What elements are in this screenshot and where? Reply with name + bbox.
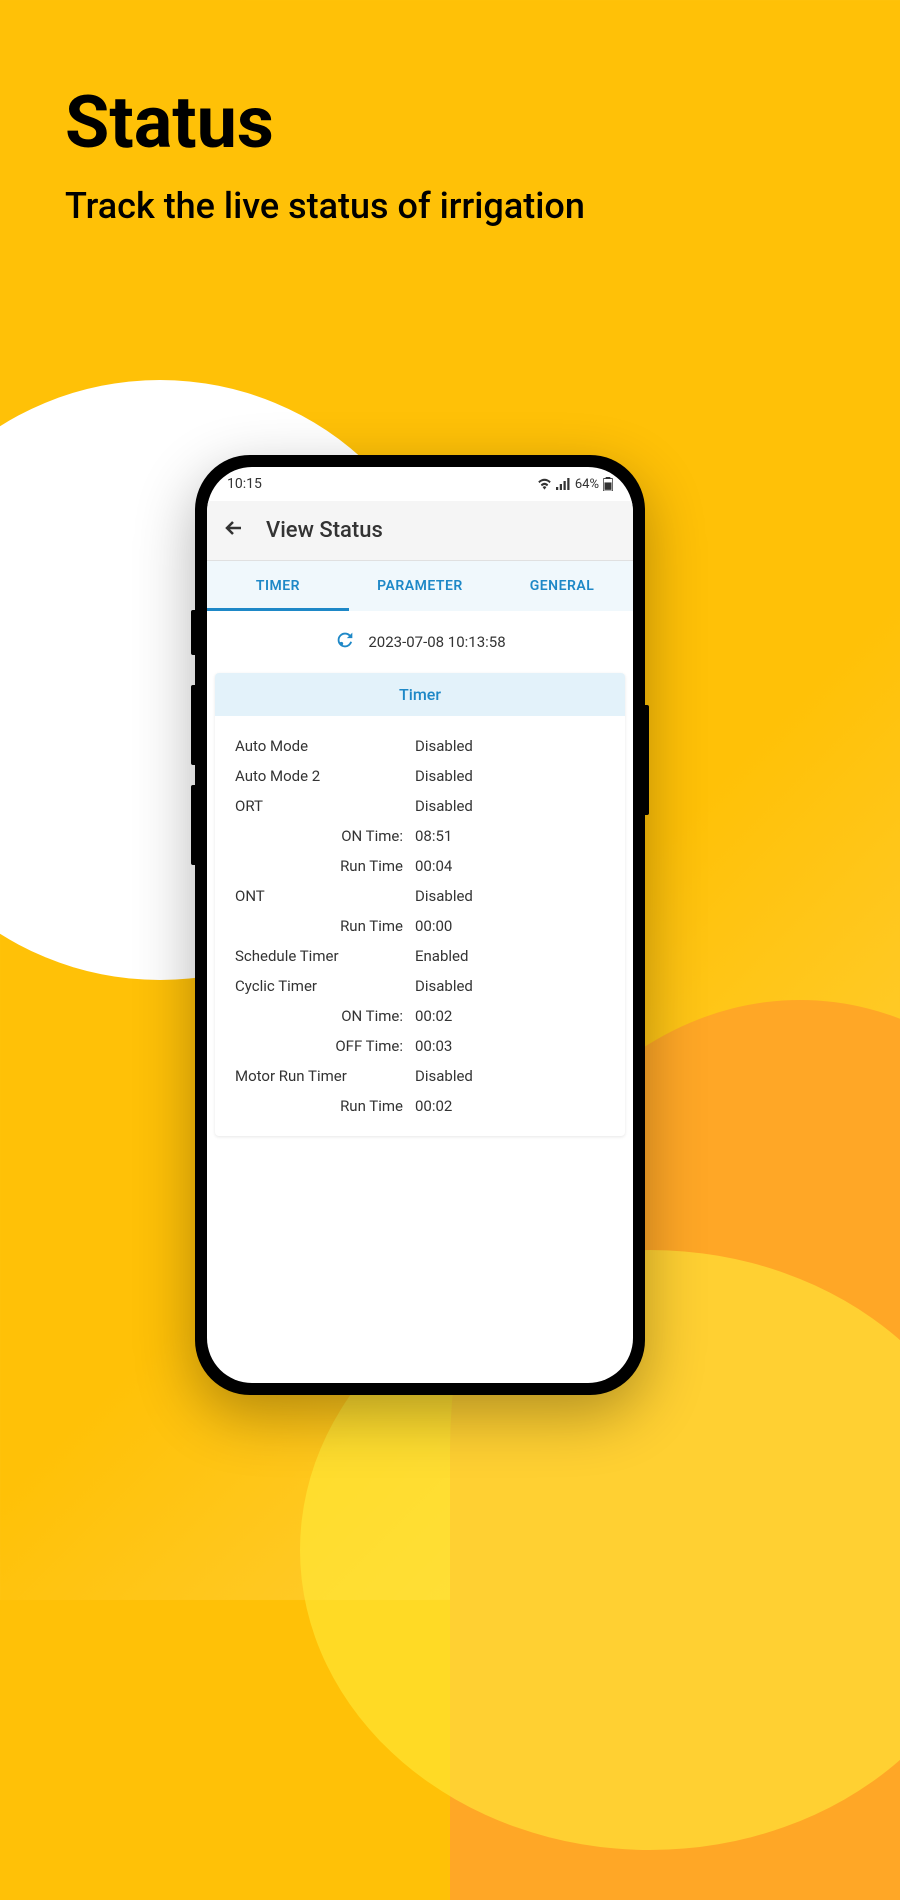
data-label: Cyclic Timer (235, 977, 415, 995)
phone-button (645, 705, 649, 815)
refresh-icon[interactable] (334, 629, 356, 655)
data-label: ONT (235, 887, 415, 905)
data-label: Run Time (235, 857, 415, 875)
card-header: Timer (215, 673, 625, 716)
data-label: Run Time (235, 917, 415, 935)
page-subtitle: Track the live status of irrigation (65, 185, 585, 227)
data-label: ORT (235, 797, 415, 815)
data-label: ON Time: (235, 827, 415, 845)
data-value: 00:02 (415, 1007, 605, 1025)
timer-card: Timer Auto ModeDisabledAuto Mode 2Disabl… (215, 673, 625, 1136)
phone-button (191, 785, 195, 865)
tab-timer[interactable]: TIMER (207, 561, 349, 611)
data-row: ON Time:08:51 (235, 821, 605, 851)
timestamp-row: 2023-07-08 10:13:58 (215, 629, 625, 655)
data-row: ON Time:00:02 (235, 1001, 605, 1031)
battery-text: 64% (575, 477, 599, 492)
data-row: Cyclic TimerDisabled (235, 971, 605, 1001)
data-value: Disabled (415, 887, 605, 905)
app-header: View Status (207, 501, 633, 561)
wifi-icon (537, 478, 552, 490)
status-time: 10:15 (227, 476, 262, 492)
data-row: Schedule TimerEnabled (235, 941, 605, 971)
data-table: Auto ModeDisabledAuto Mode 2DisabledORTD… (215, 716, 625, 1136)
data-row: ORTDisabled (235, 791, 605, 821)
data-value: Disabled (415, 797, 605, 815)
data-value: 00:04 (415, 857, 605, 875)
data-value: Disabled (415, 767, 605, 785)
data-label: OFF Time: (235, 1037, 415, 1055)
data-label: Auto Mode 2 (235, 767, 415, 785)
app-header-title: View Status (266, 518, 383, 543)
data-value: 00:00 (415, 917, 605, 935)
phone-screen: 10:15 64% View Status TIMER PARAMETER GE… (207, 467, 633, 1383)
tab-general[interactable]: GENERAL (491, 561, 633, 611)
phone-button (191, 610, 195, 655)
status-bar: 10:15 64% (207, 467, 633, 501)
data-label: Run Time (235, 1097, 415, 1115)
data-value: Disabled (415, 737, 605, 755)
phone-frame: 10:15 64% View Status TIMER PARAMETER GE… (195, 455, 645, 1395)
data-value: 08:51 (415, 827, 605, 845)
tab-parameter[interactable]: PARAMETER (349, 561, 491, 611)
back-arrow-icon[interactable] (222, 516, 246, 546)
data-label: Auto Mode (235, 737, 415, 755)
data-value: 00:02 (415, 1097, 605, 1115)
data-label: ON Time: (235, 1007, 415, 1025)
data-value: Enabled (415, 947, 605, 965)
data-value: Disabled (415, 977, 605, 995)
data-value: 00:03 (415, 1037, 605, 1055)
data-label: Schedule Timer (235, 947, 415, 965)
phone-button (191, 685, 195, 765)
signal-icon (556, 478, 571, 490)
data-row: Auto ModeDisabled (235, 731, 605, 761)
page-title: Status (65, 80, 274, 165)
tab-bar: TIMER PARAMETER GENERAL (207, 561, 633, 611)
data-row: Auto Mode 2Disabled (235, 761, 605, 791)
data-value: Disabled (415, 1067, 605, 1085)
data-row: Run Time00:00 (235, 911, 605, 941)
data-row: ONTDisabled (235, 881, 605, 911)
data-label: Motor Run Timer (235, 1067, 415, 1085)
timestamp-value: 2023-07-08 10:13:58 (368, 633, 505, 651)
content-area: 2023-07-08 10:13:58 Timer Auto ModeDisab… (207, 611, 633, 1154)
data-row: OFF Time:00:03 (235, 1031, 605, 1061)
data-row: Motor Run TimerDisabled (235, 1061, 605, 1091)
battery-icon (603, 477, 613, 491)
status-indicators: 64% (537, 477, 613, 492)
data-row: Run Time00:04 (235, 851, 605, 881)
data-row: Run Time00:02 (235, 1091, 605, 1121)
